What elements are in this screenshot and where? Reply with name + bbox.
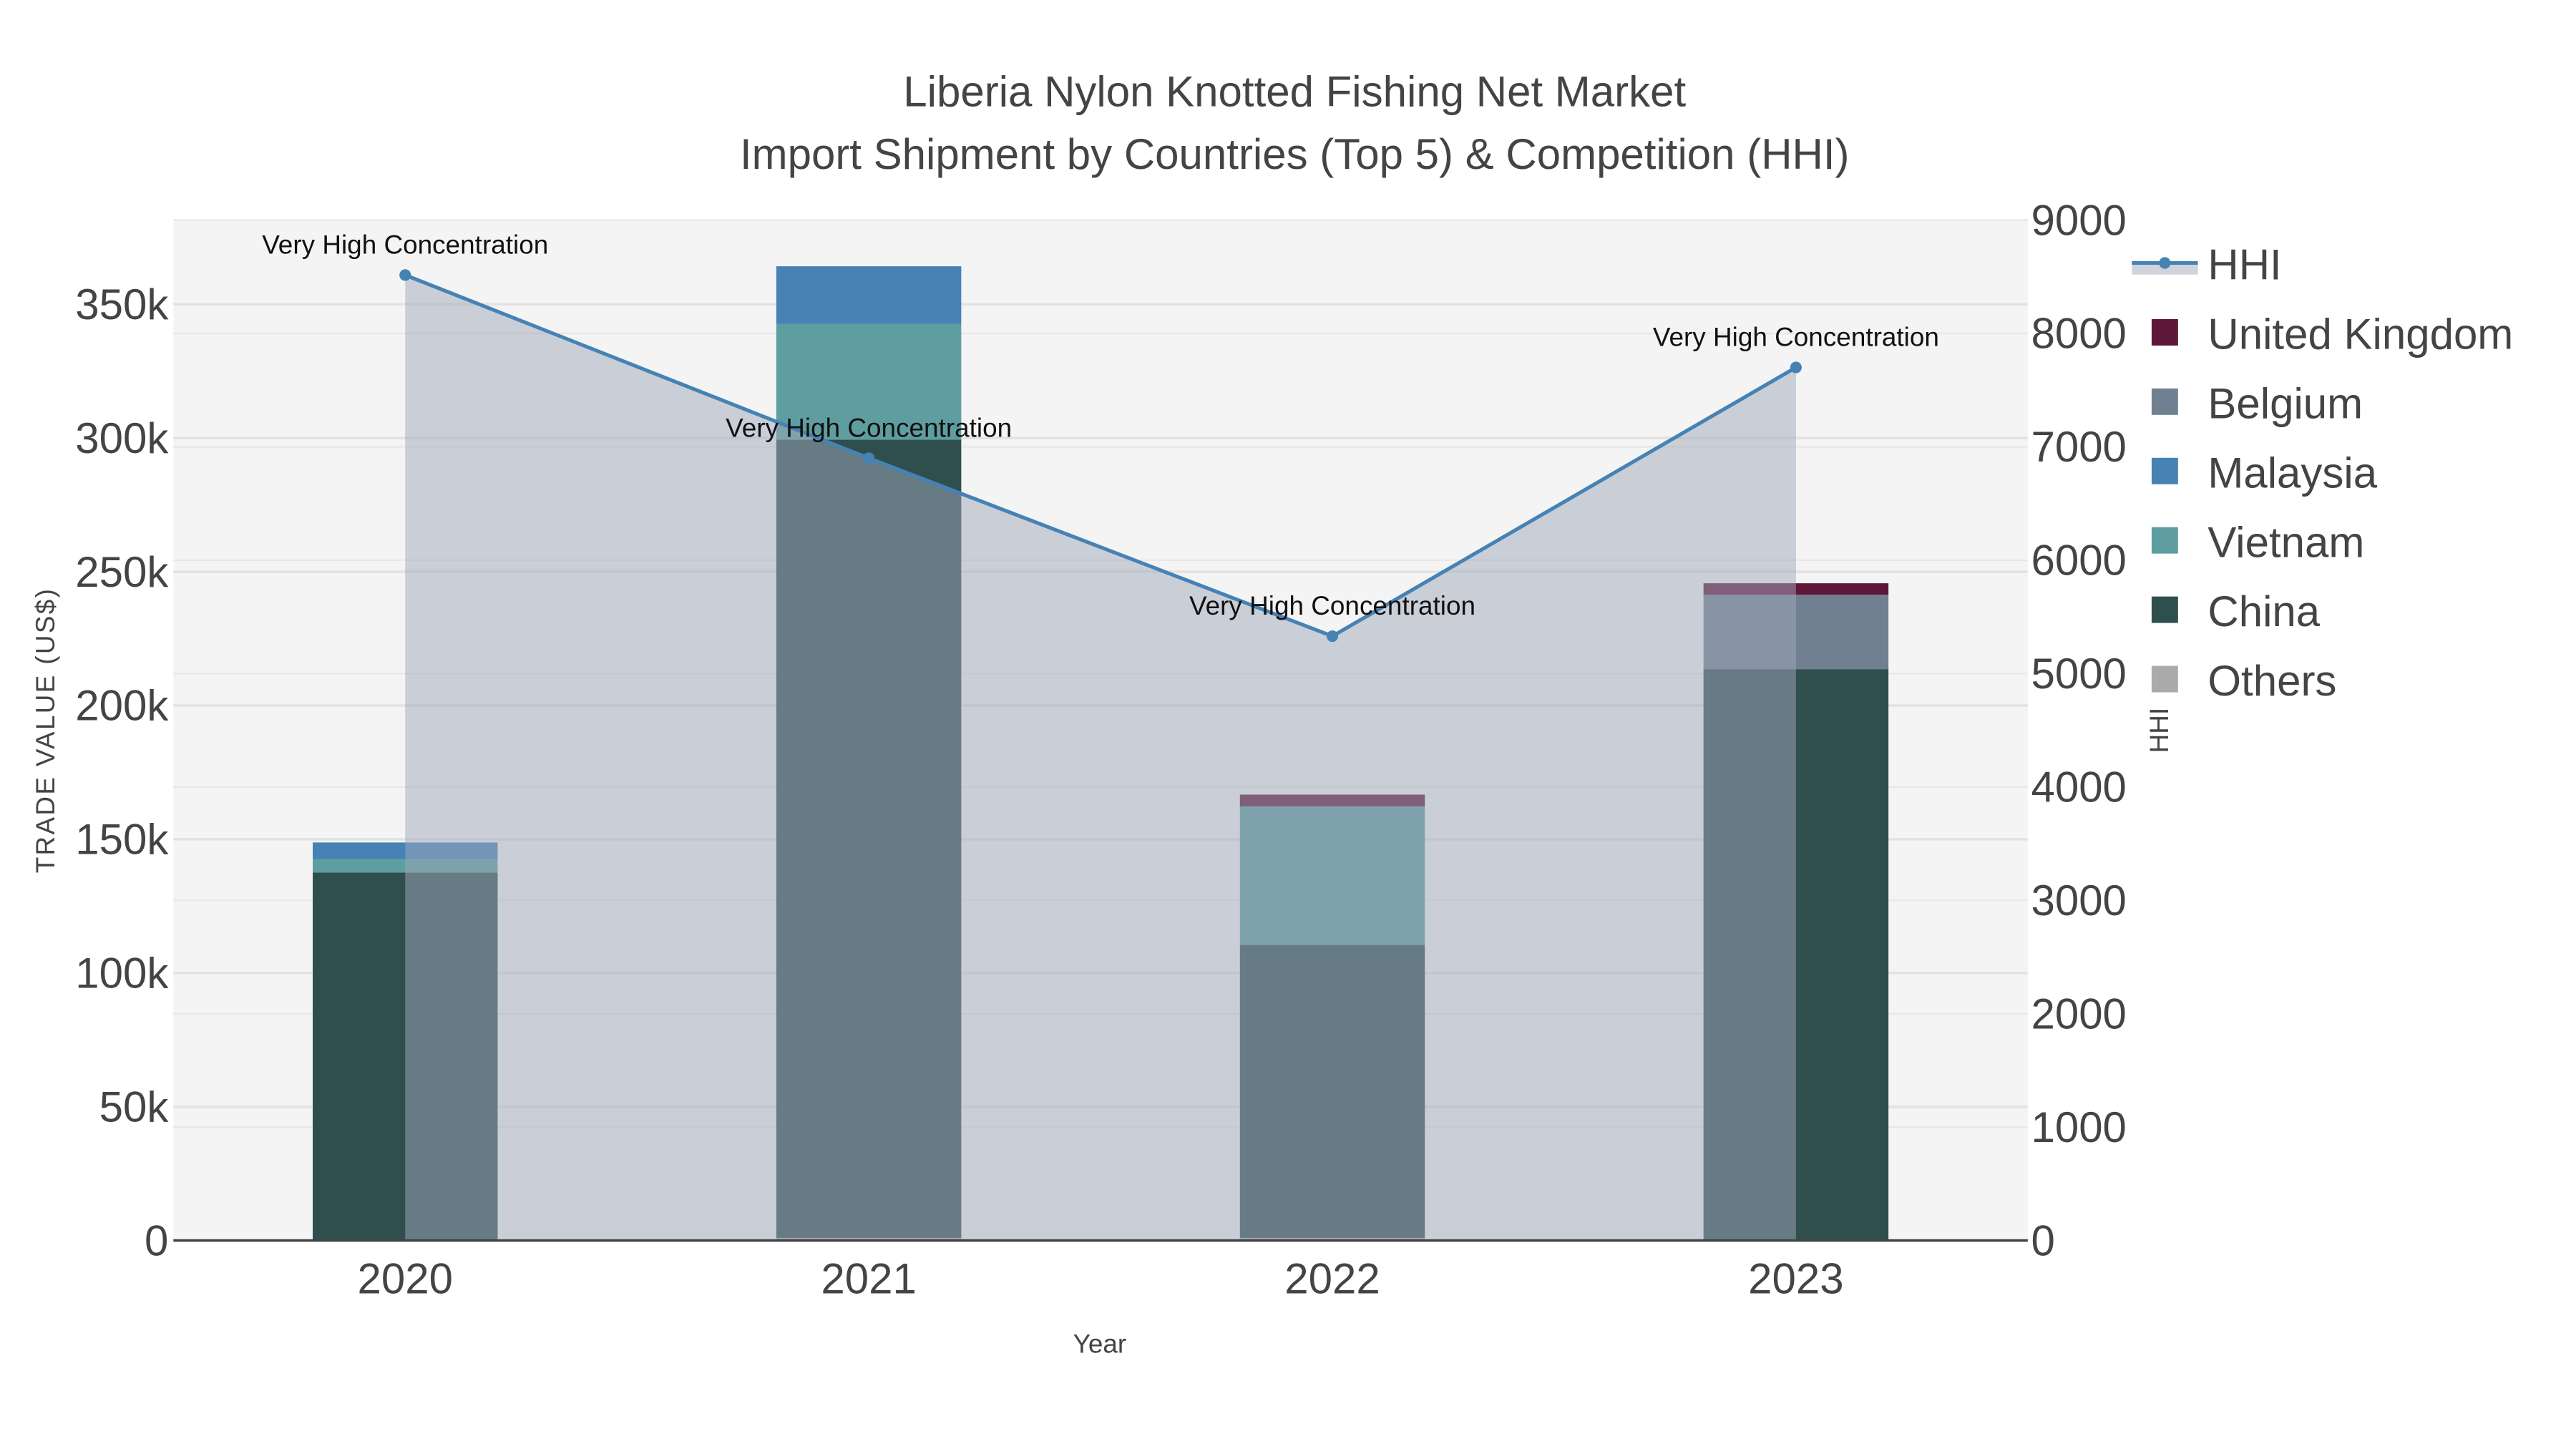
legend-label: HHI	[2207, 241, 2281, 289]
bar-malaysia-2021	[776, 266, 962, 324]
y-tick-label: 350k	[75, 280, 169, 328]
legend-label: Malaysia	[2207, 449, 2377, 497]
y2-tick-label: 3000	[2031, 877, 2126, 924]
hhi-point	[1326, 630, 1339, 643]
y-tick-label: 100k	[75, 950, 169, 997]
y2-tick-label: 8000	[2031, 310, 2126, 358]
y2-tick-label: 6000	[2031, 537, 2126, 585]
y2-ticks: 0 1000 2000 3000 4000 5000 6000 7000 8000 9000	[2031, 196, 2126, 1264]
y-tick-label: 150k	[75, 816, 169, 864]
legend: HHI United Kingdom Belgium Malaysia Vietnam C…	[2132, 241, 2513, 705]
y-tick-label: 300k	[75, 414, 169, 462]
chart-title: Liberia Nylon Knotted Fishing Net Market	[903, 67, 1686, 115]
legend-swatch	[2151, 665, 2178, 693]
hhi-annotation: Very High Concentration	[726, 413, 1012, 442]
hhi-annotation: Very High Concentration	[1189, 591, 1475, 620]
y2-tick-label: 7000	[2031, 423, 2126, 471]
legend-swatch	[2151, 596, 2178, 623]
x-tick-label: 2021	[821, 1255, 916, 1303]
y-ticks: 0 50k 100k 150k 200k 250k 300k 350k	[75, 280, 169, 1264]
y-tick-label: 200k	[75, 682, 169, 730]
legend-label: Others	[2207, 657, 2336, 705]
y2-tick-label: 0	[2031, 1216, 2054, 1264]
legend-swatch	[2151, 388, 2178, 415]
y-tick-label: 250k	[75, 548, 169, 596]
hhi-point	[399, 269, 411, 281]
chart: 0 50k 100k 150k 200k 250k 300k 350k 0 1000 2000 30…	[31, 67, 2513, 1359]
legend-swatch	[2151, 457, 2178, 484]
legend-hhi-marker	[2159, 257, 2171, 269]
chart-subtitle: Import Shipment by Countries (Top 5) & C…	[740, 130, 1850, 178]
hhi-annotation: Very High Concentration	[262, 230, 548, 259]
y-axis-label: TRADE VALUE (US$)	[31, 587, 60, 873]
x-tick-label: 2020	[358, 1255, 453, 1303]
x-axis-label: Year	[1073, 1330, 1127, 1359]
y2-tick-label: 1000	[2031, 1103, 2126, 1151]
x-tick-label: 2022	[1284, 1255, 1380, 1303]
y2-tick-label: 5000	[2031, 650, 2126, 698]
y2-tick-label: 9000	[2031, 196, 2126, 244]
legend-label: Vietnam	[2207, 518, 2364, 566]
hhi-annotation: Very High Concentration	[1653, 322, 1939, 351]
x-tick-label: 2023	[1748, 1255, 1843, 1303]
y-tick-label: 0	[145, 1216, 168, 1264]
y2-tick-label: 4000	[2031, 763, 2126, 811]
hhi-point	[863, 452, 875, 464]
legend-swatch	[2151, 527, 2178, 554]
y2-tick-label: 2000	[2031, 990, 2126, 1038]
y2-axis-label: HHI	[2145, 708, 2174, 753]
legend-label: United Kingdom	[2207, 310, 2513, 358]
x-ticks: 2020 2021 2022 2023	[358, 1255, 1844, 1303]
legend-label: China	[2207, 587, 2320, 635]
y-tick-label: 50k	[99, 1083, 170, 1131]
legend-label: Belgium	[2207, 379, 2363, 427]
legend-swatch	[2151, 318, 2178, 346]
hhi-point	[1790, 361, 1802, 374]
